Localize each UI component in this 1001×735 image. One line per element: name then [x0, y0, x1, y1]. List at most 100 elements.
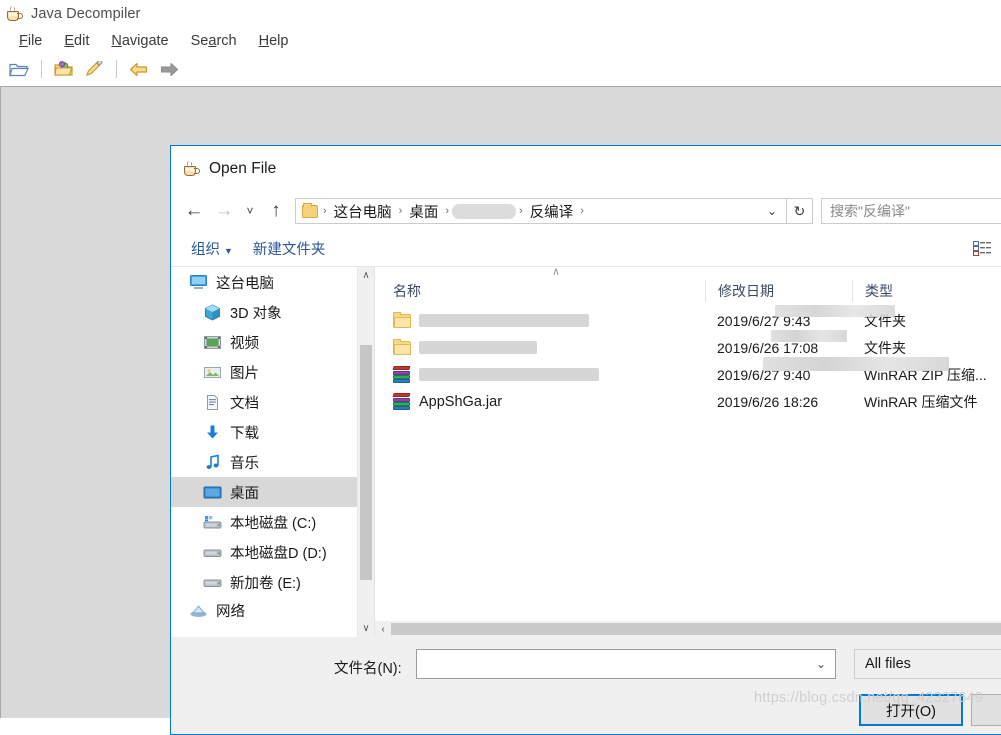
drive-icon — [203, 544, 222, 561]
sidebar-item-3d-objects[interactable]: 3D 对象 — [171, 297, 374, 327]
app-menubar: File Edit Navigate Search Help — [0, 28, 1001, 53]
app-titlebar: Java Decompiler — [0, 0, 1001, 28]
command-bar: 组织▼ 新建文件夹 ▼ — [171, 231, 1001, 267]
videos-icon — [203, 334, 222, 351]
toolbar-separator-2 — [116, 60, 117, 78]
menu-help[interactable]: Help — [248, 31, 300, 51]
redaction-overlay — [771, 330, 847, 342]
java-decompiler-window: Java Decompiler File Edit Navigate Searc… — [0, 0, 1001, 718]
column-header-date-modified[interactable]: 修改日期 — [705, 280, 852, 302]
navigation-pane-scrollbar[interactable]: ∧ ∨ — [357, 267, 374, 637]
pictures-icon — [203, 364, 222, 381]
sidebar-item-music[interactable]: 音乐 — [171, 447, 374, 477]
back-arrow-icon[interactable] — [126, 57, 152, 81]
chevron-down-icon[interactable]: ▼ — [997, 243, 1001, 254]
breadcrumb-item-current[interactable]: 反编译 — [526, 201, 578, 222]
file-name-redacted — [419, 341, 537, 354]
redaction-overlay — [763, 357, 949, 371]
winrar-icon — [393, 366, 411, 383]
recent-locations-button[interactable]: ˅ — [239, 196, 261, 226]
scroll-left-button[interactable]: ‹ — [375, 621, 391, 637]
filetype-value: All files — [865, 656, 911, 672]
sidebar-item-local-disk-c[interactable]: 本地磁盘 (C:) — [171, 507, 374, 537]
app-title: Java Decompiler — [31, 6, 141, 22]
forward-button[interactable]: → — [209, 196, 239, 226]
menu-edit[interactable]: Edit — [53, 31, 100, 51]
documents-icon — [203, 394, 222, 411]
menu-navigate[interactable]: Navigate — [100, 31, 179, 51]
scroll-down-button[interactable]: ∨ — [358, 620, 374, 637]
sidebar-item-videos[interactable]: 视频 — [171, 327, 374, 357]
breadcrumb-separator: › — [577, 205, 587, 217]
column-header-name[interactable]: 名称 — [375, 280, 705, 302]
sidebar-item-label: 网络 — [216, 600, 245, 621]
breadcrumb-item-redacted[interactable] — [452, 204, 516, 219]
sidebar-item-this-pc[interactable]: 这台电脑 — [171, 267, 374, 297]
sort-ascending-icon: ∧ — [547, 267, 565, 277]
menu-file[interactable]: File — [8, 31, 53, 51]
music-icon — [203, 454, 222, 471]
search-input[interactable]: 搜索"反编译" — [821, 198, 1001, 224]
sidebar-item-desktop[interactable]: 桌面 — [171, 477, 374, 507]
sidebar-item-label: 图片 — [230, 362, 259, 383]
dialog-titlebar: Open File — [171, 146, 1001, 191]
sidebar-item-label: 本地磁盘D (D:) — [230, 542, 327, 563]
up-button[interactable]: ↑ — [261, 196, 291, 226]
list-view-icon[interactable] — [973, 241, 997, 257]
sidebar-item-downloads[interactable]: 下载 — [171, 417, 374, 447]
filename-input[interactable]: ⌄ — [416, 649, 836, 679]
forward-arrow-icon[interactable] — [156, 57, 182, 81]
back-button[interactable]: ← — [179, 196, 209, 226]
new-folder-button[interactable]: 新建文件夹 — [243, 235, 336, 262]
sidebar-item-pictures[interactable]: 图片 — [171, 357, 374, 387]
cancel-button[interactable] — [971, 694, 1001, 726]
open-button[interactable]: 打开(O) — [859, 694, 963, 726]
network-icon — [189, 602, 208, 619]
chevron-down-icon: ▼ — [224, 246, 233, 256]
breadcrumb-separator: › — [516, 205, 526, 217]
coffee-cup-icon — [183, 161, 201, 177]
app-toolbar — [0, 53, 1001, 85]
sidebar-item-documents[interactable]: 文档 — [171, 387, 374, 417]
open-folder-icon[interactable] — [6, 57, 32, 81]
open-archive-icon[interactable] — [51, 57, 77, 81]
filename-label: 文件名(N): — [334, 657, 402, 678]
chevron-down-icon[interactable]: ⌄ — [760, 204, 784, 218]
downloads-icon — [203, 424, 222, 441]
filetype-dropdown[interactable]: All files — [854, 649, 1001, 679]
toolbar-separator-1 — [41, 60, 42, 78]
folder-icon — [302, 205, 318, 218]
breadcrumb-separator: › — [396, 205, 406, 217]
sidebar-item-label: 文档 — [230, 392, 259, 413]
chevron-down-icon[interactable]: ⌄ — [816, 657, 826, 671]
scrollbar-thumb[interactable] — [360, 345, 372, 580]
this-pc-icon — [189, 274, 208, 291]
scroll-up-button[interactable]: ∧ — [358, 267, 374, 284]
breadcrumb-separator: › — [320, 205, 330, 217]
file-type: WinRAR 压缩文件 — [852, 392, 1001, 412]
menu-search[interactable]: Search — [180, 31, 248, 51]
scrollbar-thumb[interactable] — [391, 623, 1001, 635]
save-source-icon[interactable] — [81, 57, 107, 81]
dialog-footer: 文件名(N): ⌄ All files 打开(O) — [171, 637, 1001, 734]
system-drive-icon — [203, 514, 222, 531]
dialog-body: 这台电脑 3D 对象 — [171, 267, 1001, 637]
sidebar-item-label: 新加卷 (E:) — [230, 572, 301, 593]
sidebar-item-network[interactable]: 网络 — [171, 597, 374, 623]
sidebar-item-label: 3D 对象 — [230, 302, 282, 323]
column-header-type[interactable]: 类型 — [852, 280, 1001, 302]
table-row[interactable]: AppShGa.jar 2019/6/26 18:26 WinRAR 压缩文件 — [375, 388, 1001, 415]
file-name-redacted — [419, 314, 589, 327]
organize-button[interactable]: 组织▼ — [181, 235, 243, 262]
file-list-horizontal-scrollbar[interactable]: ‹ — [375, 621, 1001, 637]
breadcrumb[interactable]: › 这台电脑 › 桌面 › › 反编译 › ⌄ — [295, 198, 787, 224]
sidebar-item-local-disk-d[interactable]: 本地磁盘D (D:) — [171, 537, 374, 567]
sidebar-item-new-volume-e[interactable]: 新加卷 (E:) — [171, 567, 374, 597]
breadcrumb-item-desktop[interactable]: 桌面 — [405, 201, 442, 222]
refresh-button[interactable]: ↻ — [787, 198, 813, 224]
file-date: 2019/6/26 18:26 — [705, 394, 852, 410]
breadcrumb-item-this-pc[interactable]: 这台电脑 — [330, 201, 396, 222]
drive-icon — [203, 574, 222, 591]
table-row[interactable]: 2019/6/27 9:43 文件夹 — [375, 307, 1001, 334]
file-rows: 2019/6/27 9:43 文件夹 2019/6/26 17:08 文件夹 — [375, 307, 1001, 637]
